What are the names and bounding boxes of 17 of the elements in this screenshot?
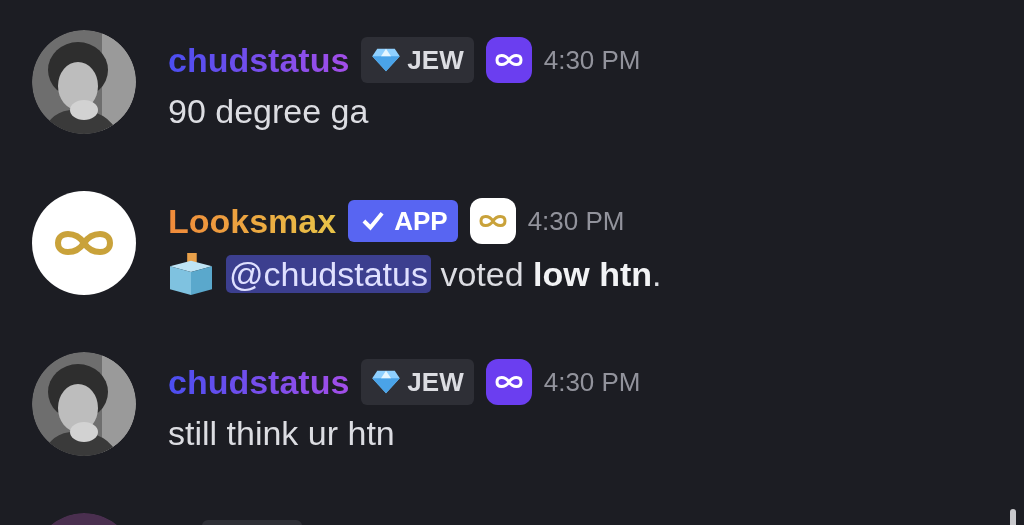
message-text: @chudstatus voted low htn. xyxy=(226,254,662,294)
ballot-box-icon xyxy=(168,253,214,295)
timestamp: 4:30 PM xyxy=(543,366,641,398)
timestamp: 4:30 PM xyxy=(527,205,625,237)
role-tag: JEW xyxy=(361,359,474,405)
message-text: 90 degree ga xyxy=(168,92,369,131)
diamond-icon xyxy=(371,369,402,395)
infinity-icon xyxy=(493,374,524,390)
infinity-icon xyxy=(493,52,524,68)
infinity-icon xyxy=(477,213,508,229)
scrollbar[interactable] xyxy=(1010,509,1016,525)
user-mention[interactable]: @chudstatus xyxy=(226,254,431,293)
role-tag: APP xyxy=(348,200,458,242)
timestamp: 4:30 PM xyxy=(543,44,641,76)
diamond-icon xyxy=(371,47,402,73)
role-tag: JEW xyxy=(361,37,474,83)
message-text: still think ur htn xyxy=(168,414,395,453)
